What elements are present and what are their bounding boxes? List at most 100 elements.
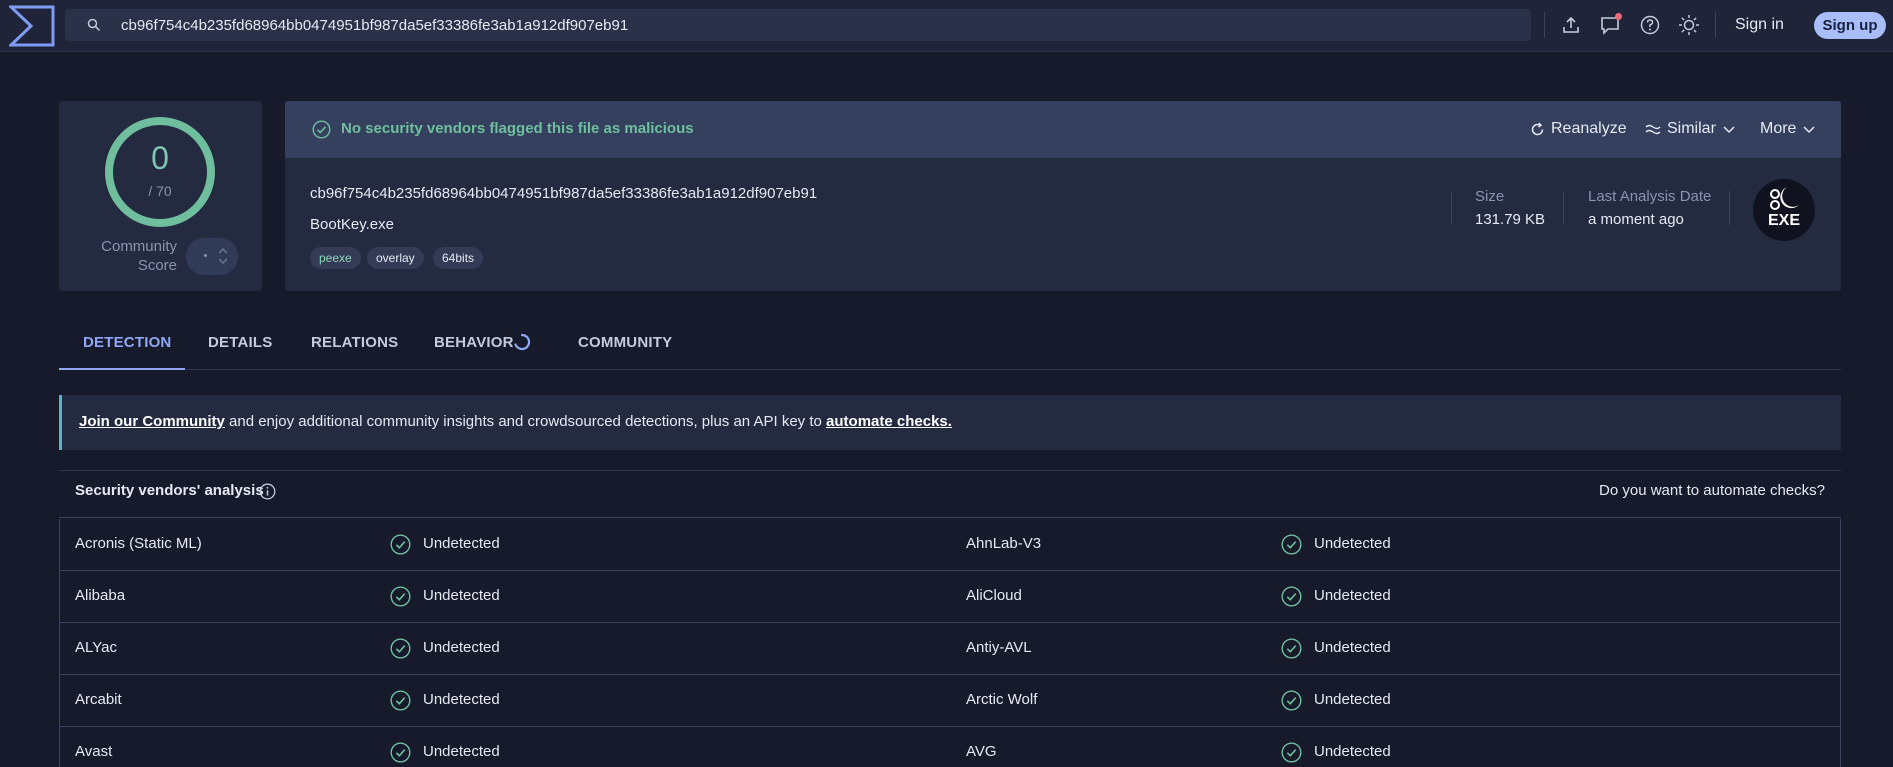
- similar-icon: [1645, 124, 1661, 135]
- refresh-icon: [1531, 122, 1544, 135]
- tag-64bits[interactable]: 64bits: [433, 247, 484, 269]
- undetected-check-icon: [1281, 586, 1302, 611]
- vendor-name: Acronis (Static ML): [75, 535, 202, 552]
- verdict-message: No security vendors flagged this file as…: [341, 120, 694, 137]
- join-community-link[interactable]: Join our Community: [79, 413, 225, 430]
- vendors-header: Security vendors' analysis Do you want t…: [59, 471, 1841, 518]
- join-community-text: Join our Community and enjoy additional …: [79, 413, 952, 430]
- tag-peexe[interactable]: peexe: [310, 247, 361, 269]
- security-vendors-table: Security vendors' analysis Do you want t…: [59, 470, 1841, 767]
- vendor-status: Undetected: [423, 691, 500, 708]
- similar-dropdown[interactable]: Similar: [1645, 120, 1736, 138]
- vendor-name: Arcabit: [75, 691, 122, 708]
- tab-behavior[interactable]: BEHAVIOR: [434, 334, 514, 351]
- community-score-widget[interactable]: [186, 238, 238, 275]
- vendor-name: Arctic Wolf: [966, 691, 1038, 708]
- vendor-row: Acronis (Static ML) Undetected AhnLab-V3 Un…: [59, 519, 1841, 571]
- toolbar-divider: [1544, 12, 1545, 38]
- chevron-down-icon: [1723, 126, 1735, 134]
- reanalyze-button[interactable]: Reanalyze: [1530, 120, 1627, 138]
- reanalyze-label: Reanalyze: [1551, 120, 1627, 137]
- vendor-status: Undetected: [1314, 587, 1391, 604]
- vendor-status: Undetected: [1314, 535, 1391, 552]
- vote-arrows-icon[interactable]: [217, 244, 229, 268]
- loading-spinner-icon: [514, 333, 531, 351]
- sign-up-button[interactable]: Sign up: [1814, 12, 1886, 39]
- last-analysis-label: Last Analysis Date: [1588, 188, 1712, 205]
- verdict-banner: No security vendors flagged this file as…: [285, 101, 1841, 158]
- help-icon[interactable]: [1638, 13, 1662, 37]
- size-value: 131.79 KB: [1475, 211, 1546, 228]
- vendor-status: Undetected: [423, 535, 500, 552]
- vendor-name: Antiy-AVL: [966, 639, 1032, 656]
- vendor-status: Undetected: [423, 639, 500, 656]
- meta-divider: [1451, 191, 1452, 225]
- undetected-check-icon: [1281, 742, 1302, 767]
- search-input[interactable]: [121, 9, 1511, 41]
- more-dropdown[interactable]: More: [1760, 120, 1816, 138]
- automate-checks-prompt[interactable]: Do you want to automate checks?: [1599, 482, 1825, 499]
- vendor-name: AVG: [966, 743, 997, 760]
- vendor-name: AhnLab-V3: [966, 535, 1042, 552]
- automate-checks-link[interactable]: automate checks.: [826, 413, 952, 430]
- undetected-check-icon: [390, 586, 411, 611]
- vendor-row: Avast Undetected AVG Undetected: [59, 727, 1841, 767]
- vendor-name: AliCloud: [966, 587, 1022, 604]
- join-community-description: and enjoy additional community insights …: [224, 413, 827, 430]
- detection-count: 0: [151, 140, 169, 176]
- vendor-status: Undetected: [423, 743, 500, 760]
- search-bar[interactable]: [65, 9, 1531, 41]
- engine-total: / 70: [148, 183, 172, 199]
- toolbar-divider: [1715, 12, 1716, 38]
- undetected-check-icon: [1281, 638, 1302, 663]
- undetected-check-icon: [1281, 534, 1302, 559]
- community-score-label: Community Score: [101, 238, 177, 274]
- vendor-name: ALYac: [75, 639, 117, 656]
- search-icon: [87, 18, 101, 32]
- vendors-title: Security vendors' analysis: [75, 482, 264, 499]
- tab-details[interactable]: DETAILS: [208, 334, 272, 351]
- tab-detection[interactable]: DETECTION: [83, 334, 171, 351]
- join-community-banner: Join our Community and enjoy additional …: [59, 395, 1841, 450]
- undetected-check-icon: [390, 534, 411, 559]
- last-analysis-value: a moment ago: [1588, 211, 1684, 228]
- notification-dot: [1615, 13, 1622, 20]
- vendor-name: Avast: [75, 743, 113, 760]
- detection-score-card: 0 / 70 Community Score: [59, 101, 262, 291]
- undetected-check-icon: [390, 690, 411, 715]
- undetected-check-icon: [390, 742, 411, 767]
- info-icon[interactable]: [259, 483, 276, 500]
- undetected-check-icon: [1281, 690, 1302, 715]
- exe-label: EXE: [1767, 212, 1800, 229]
- vendor-row: Alibaba Undetected AliCloud Undetected: [59, 571, 1841, 623]
- vendor-status: Undetected: [423, 587, 500, 604]
- theme-toggle-icon[interactable]: [1677, 13, 1701, 37]
- chevron-down-icon: [1803, 126, 1815, 134]
- vendor-name: Alibaba: [75, 587, 126, 604]
- file-hash[interactable]: cb96f754c4b235fd68964bb0474951bf987da5ef…: [310, 185, 817, 202]
- check-circle-icon: [312, 120, 331, 139]
- file-name: BootKey.exe: [310, 216, 394, 233]
- meta-divider: [1729, 191, 1730, 225]
- undetected-check-icon: [390, 638, 411, 663]
- vendor-status: Undetected: [1314, 691, 1391, 708]
- vendor-row: Arcabit Undetected Arctic Wolf Undetected: [59, 675, 1841, 727]
- more-label: More: [1760, 120, 1797, 137]
- sign-in-link[interactable]: Sign in: [1735, 13, 1784, 37]
- vendor-status: Undetected: [1314, 639, 1391, 656]
- meta-divider: [1563, 191, 1564, 225]
- gears-icon: [1770, 187, 1799, 210]
- chat-icon[interactable]: [1598, 13, 1622, 37]
- tab-relations[interactable]: RELATIONS: [311, 334, 398, 351]
- tag-overlay[interactable]: overlay: [367, 247, 424, 269]
- vendor-status: Undetected: [1314, 743, 1391, 760]
- virustotal-logo-icon[interactable]: [9, 5, 55, 47]
- vendor-row: ALYac Undetected Antiy-AVL Undetected: [59, 623, 1841, 675]
- size-label: Size: [1475, 188, 1505, 205]
- upload-icon[interactable]: [1559, 13, 1583, 37]
- analysis-tabs: DETECTION DETAILS RELATIONS BEHAVIOR COM…: [59, 322, 1841, 370]
- top-bar: Sign in Sign up: [0, 0, 1893, 52]
- tab-community[interactable]: COMMUNITY: [578, 334, 672, 351]
- file-header-panel: No security vendors flagged this file as…: [285, 101, 1841, 291]
- community-score-value-dot: [204, 254, 207, 257]
